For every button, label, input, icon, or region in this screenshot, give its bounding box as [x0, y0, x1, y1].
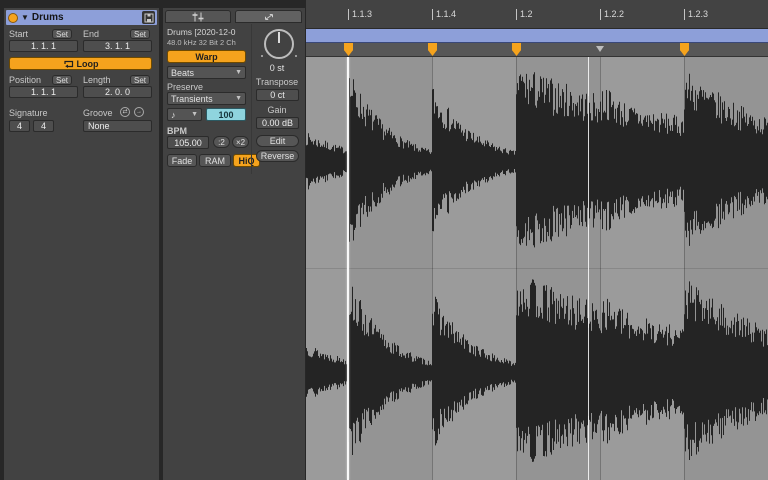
start-label: Start: [9, 29, 28, 39]
warp-marker-icon[interactable]: [680, 43, 689, 56]
reverse-button[interactable]: Reverse: [256, 150, 299, 162]
start-value-field[interactable]: 1. 1. 1: [9, 40, 78, 52]
warp-button[interactable]: Warp: [167, 50, 246, 63]
clip-view: ▼ Drums Start Set End Set 1. 1. 1 3. 1. …: [0, 0, 768, 480]
transient-envelope-field[interactable]: 100: [206, 108, 246, 121]
bpm-double-button[interactable]: ×2: [232, 136, 249, 148]
insert-marker: [588, 57, 589, 480]
warp-marker-icon[interactable]: [344, 43, 353, 56]
warp-marker-strip[interactable]: [306, 43, 768, 57]
ram-button[interactable]: RAM: [199, 154, 231, 167]
start-set-button[interactable]: Set: [52, 29, 72, 39]
preserve-mode-chooser[interactable]: Transients ▼: [167, 92, 246, 105]
faders-icon: [191, 12, 205, 22]
signature-label: Signature: [9, 108, 48, 118]
end-set-button[interactable]: Set: [130, 29, 150, 39]
knob-pointer-icon: [278, 32, 280, 43]
warp-mode-chooser[interactable]: Beats ▼: [167, 66, 246, 79]
panel-divider: [251, 24, 252, 174]
end-value-field[interactable]: 3. 1. 1: [83, 40, 152, 52]
gain-label: Gain: [251, 105, 303, 115]
channel-divider: [306, 268, 768, 269]
transient-loop-mode-chooser[interactable]: ♪ ▼: [167, 108, 202, 121]
length-label: Length: [83, 75, 111, 85]
groove-chooser[interactable]: None: [83, 120, 152, 132]
position-value-field[interactable]: 1. 1. 1: [9, 86, 78, 98]
groove-hotswap-icon[interactable]: ⇄: [120, 107, 130, 117]
warp-marker-icon[interactable]: [428, 43, 437, 56]
save-default-clip-button[interactable]: [142, 11, 155, 24]
diagonal-arrows-icon: [263, 12, 275, 22]
chevron-down-icon: ▼: [191, 111, 198, 118]
waveform-area: 1.1.3 1.1.4 1.2 1.2.2 1.2.3: [306, 0, 768, 480]
bpm-value-field[interactable]: 105.00: [167, 136, 209, 149]
ruler-label: 1.2.2: [600, 9, 624, 20]
ruler-label: 1.1.4: [432, 9, 456, 20]
playhead: [347, 57, 349, 480]
chevron-down-icon: ▼: [235, 69, 242, 76]
waveform-display[interactable]: [306, 57, 768, 480]
loop-region-bar[interactable]: [306, 29, 768, 43]
clip-title: Drums: [32, 12, 139, 23]
transpose-semitones-value[interactable]: 0 st: [251, 63, 303, 73]
signature-numerator-field[interactable]: 4: [9, 120, 30, 132]
loop-icon: [63, 60, 74, 68]
loop-button[interactable]: Loop: [9, 57, 152, 70]
groove-label: Groove: [83, 108, 113, 118]
edit-button[interactable]: Edit: [256, 135, 299, 147]
ruler-label: 1.2: [516, 9, 533, 20]
pseudo-warp-marker-icon[interactable]: [596, 46, 604, 52]
end-label: End: [83, 29, 99, 39]
position-label: Position: [9, 75, 41, 85]
note-value-icon: ♪: [171, 110, 176, 120]
length-value-field[interactable]: 2. 0. 0: [83, 86, 152, 98]
detune-field[interactable]: 0 ct: [256, 89, 299, 101]
chevron-down-icon: ▼: [235, 95, 242, 102]
transpose-label: Transpose: [251, 77, 303, 87]
sample-file-props: 48.0 kHz 32 Bit 2 Ch: [167, 38, 236, 47]
sample-file-name: Drums [2020-12-0: [167, 27, 249, 37]
gain-field[interactable]: 0.00 dB: [256, 117, 299, 129]
signature-denominator-field[interactable]: 4: [33, 120, 54, 132]
transpose-knob[interactable]: [264, 29, 294, 59]
clip-header[interactable]: ▼ Drums: [6, 10, 157, 25]
loop-button-label: Loop: [77, 59, 99, 69]
bpm-halve-button[interactable]: :2: [213, 136, 230, 148]
position-set-button[interactable]: Set: [52, 75, 72, 85]
beat-time-ruler[interactable]: 1.1.3 1.1.4 1.2 1.2.2 1.2.3: [306, 0, 768, 29]
floppy-icon: [144, 13, 154, 23]
tab-envelopes[interactable]: [165, 10, 231, 23]
tab-expand[interactable]: [235, 10, 302, 23]
ruler-label: 1.2.3: [684, 9, 708, 20]
groove-pool-arrow-icon[interactable]: →: [134, 107, 144, 117]
length-set-button[interactable]: Set: [130, 75, 150, 85]
bpm-label: BPM: [167, 126, 187, 136]
clip-panel: ▼ Drums Start Set End Set 1. 1. 1 3. 1. …: [4, 8, 159, 480]
sample-panel: Drums [2020-12-0 48.0 kHz 32 Bit 2 Ch Wa…: [163, 8, 305, 480]
preserve-mode-value: Transients: [171, 94, 213, 104]
warp-marker-icon[interactable]: [512, 43, 521, 56]
clip-color-icon[interactable]: [8, 13, 18, 23]
chevron-down-icon[interactable]: ▼: [21, 14, 29, 22]
preserve-label: Preserve: [167, 82, 203, 92]
warp-mode-value: Beats: [171, 68, 194, 78]
ruler-label: 1.1.3: [348, 9, 372, 20]
fade-button[interactable]: Fade: [167, 154, 197, 167]
